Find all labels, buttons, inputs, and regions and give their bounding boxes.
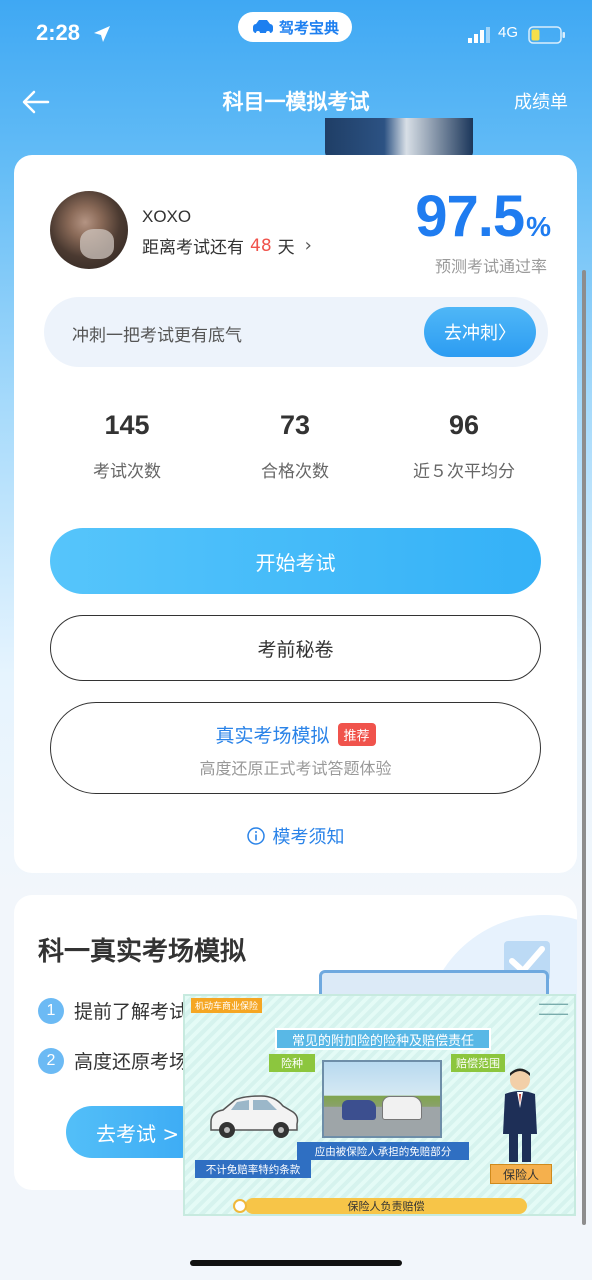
video-progress-knob[interactable] — [233, 1199, 247, 1213]
start-exam-button[interactable]: 开始考试 — [50, 528, 541, 594]
pass-rate-label: 预测考试通过率 — [434, 257, 547, 276]
feature-number: 2 — [38, 1047, 64, 1074]
stat-label: 近５次平均分 — [413, 462, 515, 482]
exam-summary-card: XOXO 距离考试还有 48 天 › 97.5 % 预测考试通过率 冲刺一把考试… — [14, 155, 577, 873]
car-icon — [252, 20, 273, 35]
stat-label: 合格次数 — [261, 462, 329, 482]
header-banner-image — [325, 118, 473, 158]
home-indicator[interactable] — [190, 1260, 402, 1266]
countdown-days: 48 — [250, 235, 272, 256]
exam-notice-link[interactable]: 模考须知 — [14, 823, 577, 849]
signal-icon — [468, 27, 490, 43]
video-caption: 保险人负责赔偿 — [245, 1198, 527, 1214]
sprint-text: 冲刺一把考试更有底气 — [72, 326, 242, 346]
exam-countdown[interactable]: 距离考试还有 48 天 › — [142, 233, 312, 258]
stat-average-score: 96 近５次平均分 — [384, 410, 544, 482]
score-report-link[interactable]: 成绩单 — [514, 88, 568, 114]
feature-text: 提前了解考试 — [74, 1001, 189, 1023]
countdown-suffix: 天 — [277, 238, 295, 258]
chevron-right-icon: › — [304, 235, 312, 256]
stat-pass-count: 73 合格次数 — [215, 410, 375, 482]
status-time: 2:28 — [36, 20, 81, 45]
promo-feature: 2 高度还原考场 — [38, 1047, 188, 1074]
real-exam-simulation-button[interactable]: 真实考场模拟 推荐 高度还原正式考试答题体验 — [50, 702, 541, 794]
username: XOXO — [142, 207, 192, 226]
feature-text: 高度还原考场 — [74, 1051, 189, 1073]
secret-paper-button[interactable]: 考前秘卷 — [50, 615, 541, 681]
person-illustration — [503, 1068, 537, 1162]
video-watermark: ━━━━━━ ━━━━━━ — [539, 1000, 568, 1019]
pass-rate: 97.5 % — [415, 183, 551, 250]
app-badge[interactable]: 驾考宝典 — [238, 12, 352, 42]
video-title: 常见的附加险的险种及赔偿责任 — [275, 1028, 491, 1050]
floating-video-player[interactable]: 机动车商业保险 ━━━━━━ ━━━━━━ 常见的附加险的险种及赔偿责任 险种 赔… — [183, 994, 576, 1216]
video-label-duty: 应由被保险人承担的免赔部分 — [297, 1142, 469, 1160]
video-label-insured: 保险人 — [490, 1164, 552, 1184]
real-exam-title: 真实考场模拟 — [215, 725, 330, 747]
video-tag: 机动车商业保险 — [191, 998, 263, 1013]
stat-value: 73 — [279, 410, 311, 440]
stat-value: 96 — [448, 410, 480, 440]
pass-rate-value: 97.5 — [415, 184, 525, 249]
battery-icon — [528, 26, 565, 44]
stat-value: 145 — [104, 410, 150, 440]
pass-rate-unit: % — [526, 211, 551, 242]
real-exam-title-row: 真实考场模拟 推荐 — [51, 721, 540, 748]
scrollbar[interactable] — [582, 270, 586, 1225]
sprint-banner: 冲刺一把考试更有底气 去冲刺〉 — [44, 297, 548, 367]
promo-title: 科一真实考场模拟 — [38, 937, 247, 967]
car-illustration — [210, 1095, 299, 1138]
video-label-clause: 不计免赔率特约条款 — [195, 1160, 311, 1178]
stat-exam-count: 145 考试次数 — [47, 410, 207, 482]
app-badge-label: 驾考宝典 — [278, 18, 339, 37]
network-type: 4G — [498, 24, 519, 41]
countdown-prefix: 距离考试还有 — [142, 238, 244, 258]
info-icon — [246, 827, 265, 845]
video-accident-scene — [322, 1060, 442, 1138]
stat-label: 考试次数 — [93, 462, 161, 482]
location-arrow-icon — [94, 26, 110, 42]
feature-number: 1 — [38, 997, 64, 1024]
page-title: 科目一模拟考试 — [222, 90, 370, 114]
exam-notice-label: 模考须知 — [272, 827, 345, 848]
real-exam-subtitle: 高度还原正式考试答题体验 — [199, 759, 392, 778]
avatar[interactable] — [50, 191, 128, 269]
video-label-type: 险种 — [269, 1054, 315, 1072]
status-bar: 2:28 驾考宝典 4G — [0, 0, 592, 70]
recommend-badge: 推荐 — [337, 723, 376, 746]
promo-feature: 1 提前了解考试 — [38, 997, 188, 1024]
sprint-button[interactable]: 去冲刺〉 — [424, 307, 536, 357]
